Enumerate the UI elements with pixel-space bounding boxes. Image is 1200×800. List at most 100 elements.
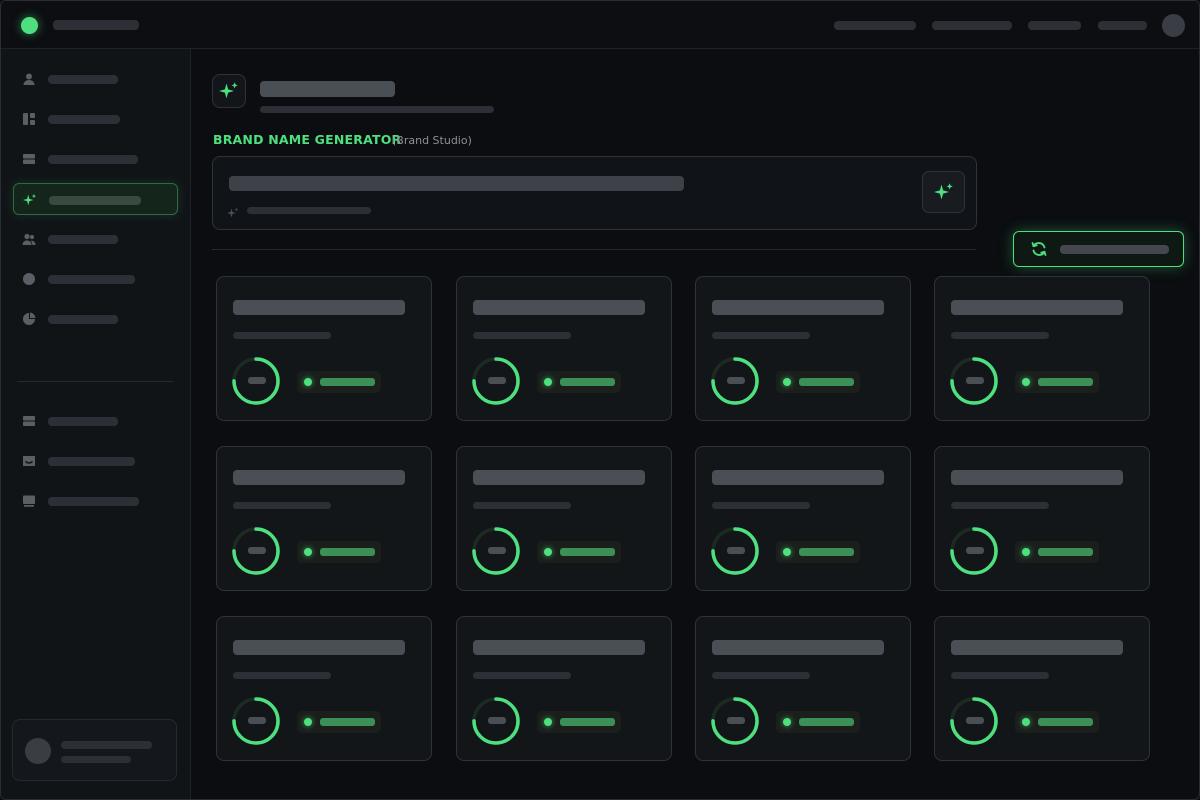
sidebar-item-label [48, 235, 118, 244]
sidebar-item-brand-name-generator[interactable] [13, 183, 178, 215]
status-dot [1022, 718, 1030, 726]
badge-label-placeholder [1038, 548, 1093, 556]
availability-badge [537, 371, 621, 393]
sidebar-item[interactable] [13, 303, 178, 335]
prompt-input[interactable] [212, 156, 977, 230]
availability-badge [776, 711, 860, 733]
brand-name-card[interactable] [216, 276, 432, 421]
top-nav-link[interactable] [932, 21, 1012, 30]
brand-name-placeholder [473, 470, 645, 485]
badge-label-placeholder [1038, 718, 1093, 726]
user-avatar[interactable] [1162, 14, 1185, 37]
sidebar-item[interactable] [13, 405, 178, 437]
status-dot [544, 718, 552, 726]
badge-label-placeholder [799, 548, 854, 556]
score-value-placeholder [727, 377, 745, 384]
sparkles-icon [219, 82, 238, 99]
brand-name-placeholder [712, 300, 884, 315]
brand-name-placeholder [951, 300, 1123, 315]
brand-tagline-placeholder [473, 502, 571, 509]
status-dot [304, 718, 312, 726]
sidebar-item[interactable] [13, 485, 178, 517]
brand-name-card[interactable] [934, 276, 1150, 421]
sidebar-item[interactable] [13, 223, 178, 255]
sidebar-item-label [48, 315, 118, 324]
brand-name-card[interactable] [934, 616, 1150, 761]
app-name-placeholder [53, 20, 139, 30]
brand-name-placeholder [473, 640, 645, 655]
brand-tagline-placeholder [473, 332, 571, 339]
score-value-placeholder [966, 377, 984, 384]
regenerate-label-placeholder [1060, 245, 1169, 254]
badge-label-placeholder [560, 718, 615, 726]
availability-badge [297, 711, 381, 733]
brand-name-placeholder [712, 470, 884, 485]
status-dot [783, 378, 791, 386]
brand-tagline-placeholder [951, 672, 1049, 679]
sidebar-item[interactable] [13, 63, 178, 95]
brand-tagline-placeholder [951, 502, 1049, 509]
sidebar-item[interactable] [13, 445, 178, 477]
brand-name-card[interactable] [695, 446, 911, 591]
sidebar-divider [17, 381, 173, 382]
brand-tagline-placeholder [712, 672, 810, 679]
user-icon [22, 72, 36, 86]
brand-name-placeholder [473, 300, 645, 315]
badge-label-placeholder [560, 378, 615, 386]
brand-name-card[interactable] [456, 616, 672, 761]
account-name-placeholder [61, 741, 152, 749]
generate-button[interactable] [922, 171, 965, 213]
sidebar-item-label [48, 457, 135, 466]
sidebar-item-label [48, 115, 120, 124]
availability-badge [1015, 541, 1099, 563]
brand-tagline-placeholder [233, 672, 331, 679]
availability-badge [776, 371, 860, 393]
monitor-icon [22, 494, 36, 508]
brand-name-card[interactable] [216, 446, 432, 591]
refresh-icon [1030, 240, 1048, 258]
sidebar [1, 49, 191, 799]
brand-name-card[interactable] [456, 446, 672, 591]
brand-name-placeholder [233, 640, 405, 655]
brand-name-card[interactable] [695, 616, 911, 761]
sidebar-item-label [48, 497, 139, 506]
logo[interactable] [21, 17, 38, 34]
score-value-placeholder [966, 717, 984, 724]
content-divider [212, 249, 976, 250]
sidebar-item[interactable] [13, 103, 178, 135]
brand-name-placeholder [951, 470, 1123, 485]
brand-tagline-placeholder [951, 332, 1049, 339]
brand-name-card[interactable] [934, 446, 1150, 591]
status-dot [544, 548, 552, 556]
score-value-placeholder [488, 547, 506, 554]
brand-name-placeholder [951, 640, 1123, 655]
sidebar-item-label [48, 275, 135, 284]
account-card[interactable] [12, 719, 177, 781]
brand-name-card[interactable] [695, 276, 911, 421]
score-value-placeholder [727, 717, 745, 724]
status-dot [1022, 548, 1030, 556]
brand-name-card[interactable] [456, 276, 672, 421]
app-window: BRAND NAME GENERATOR (Brand Studio) [0, 0, 1200, 800]
availability-badge [1015, 371, 1099, 393]
table-icon [22, 152, 36, 166]
page-subtitle-placeholder [260, 106, 494, 113]
badge-label-placeholder [799, 718, 854, 726]
brand-tagline-placeholder [712, 502, 810, 509]
score-value-placeholder [248, 377, 266, 384]
regenerate-button[interactable] [1013, 231, 1184, 267]
top-nav-link[interactable] [1028, 21, 1081, 30]
sidebar-item[interactable] [13, 263, 178, 295]
sidebar-item-label [48, 417, 118, 426]
brand-tagline-placeholder [712, 332, 810, 339]
sidebar-item-label [48, 155, 138, 164]
top-nav-link[interactable] [1098, 21, 1147, 30]
status-dot [783, 548, 791, 556]
top-nav-link[interactable] [834, 21, 916, 30]
status-dot [304, 378, 312, 386]
brand-name-placeholder [712, 640, 884, 655]
status-dot [1022, 378, 1030, 386]
brand-name-card[interactable] [216, 616, 432, 761]
sidebar-item[interactable] [13, 143, 178, 175]
status-dot [304, 548, 312, 556]
